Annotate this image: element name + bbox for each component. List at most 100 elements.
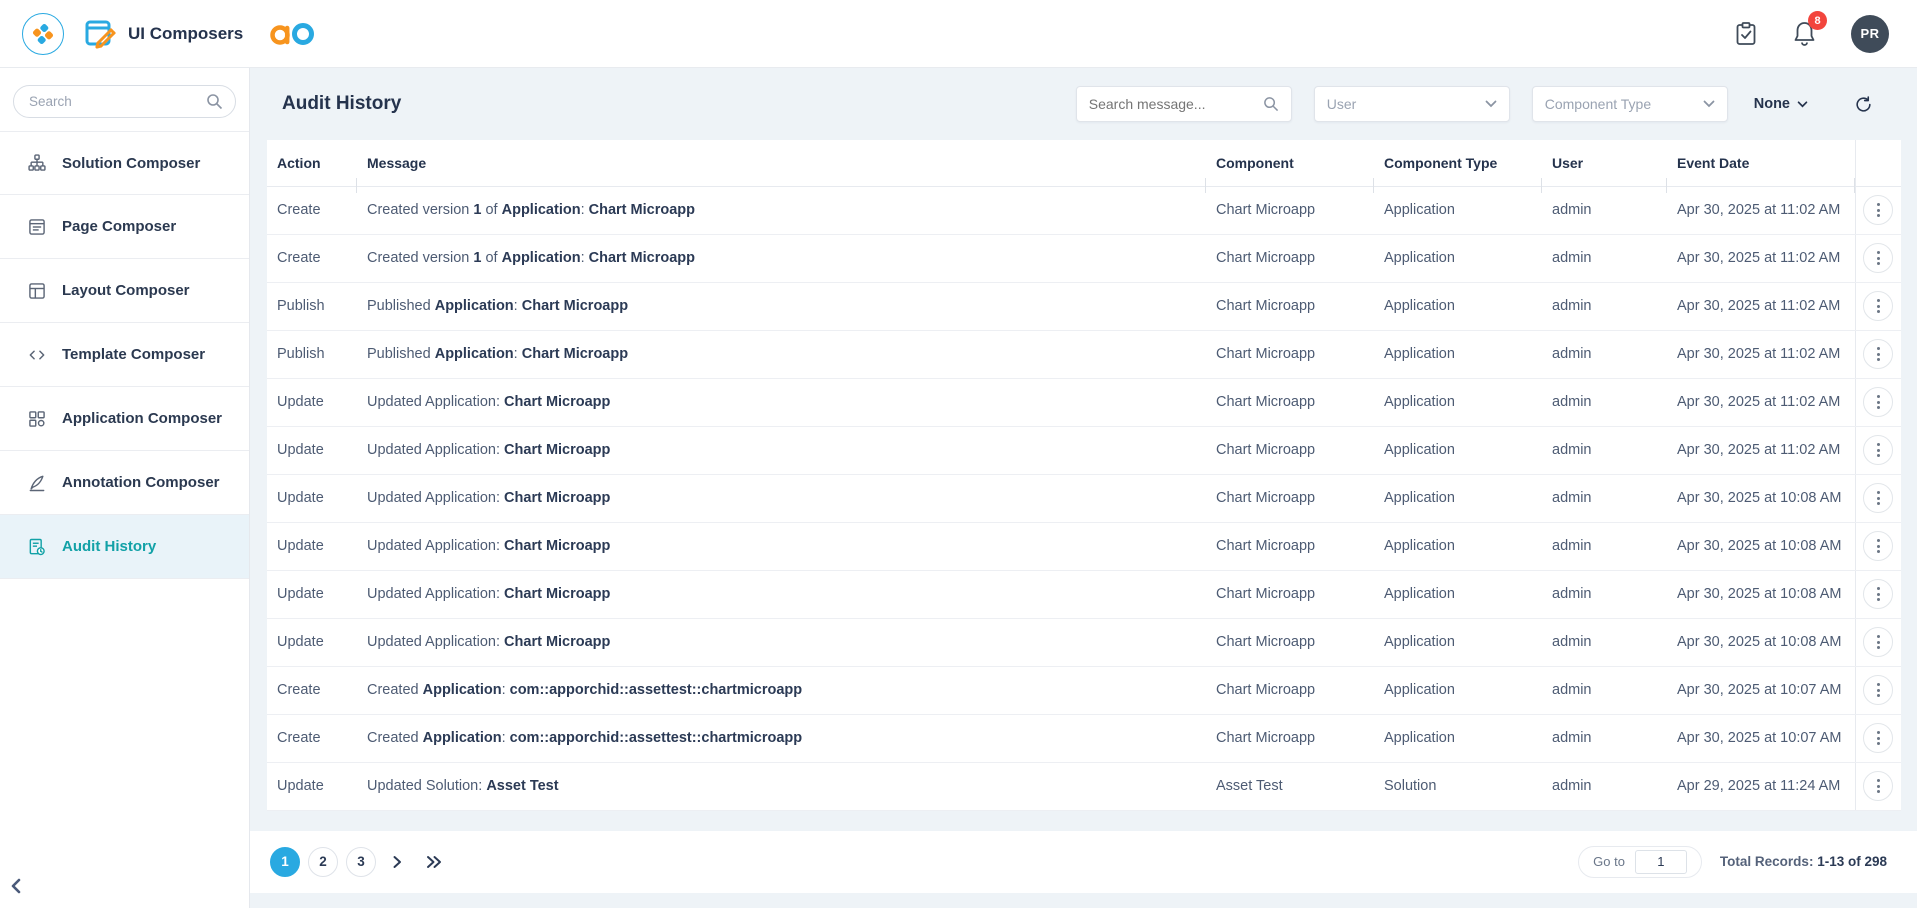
sidebar-collapse-button[interactable] [8, 877, 24, 898]
cell-action: Update [267, 618, 357, 666]
cell-action: Update [267, 426, 357, 474]
sidebar-item-solution-composer[interactable]: Solution Composer [0, 131, 249, 195]
cell-message: Published Application: Chart Microapp [357, 330, 1206, 378]
sidebar-item-layout-composer[interactable]: Layout Composer [0, 259, 249, 323]
row-menu-button[interactable] [1863, 627, 1893, 657]
cell-event-date: Apr 30, 2025 at 11:02 AM [1667, 330, 1855, 378]
table-row[interactable]: Publish Published Application: Chart Mic… [267, 330, 1901, 378]
next-page-button[interactable] [384, 855, 410, 869]
cell-component-type: Application [1374, 330, 1542, 378]
table-row[interactable]: Create Created version 1 of Application:… [267, 186, 1901, 234]
cell-user: admin [1542, 570, 1667, 618]
sidebar-item-page-composer[interactable]: Page Composer [0, 195, 249, 259]
sidebar-item-label: Template Composer [62, 346, 205, 363]
audit-table: Action Message Component Component Type … [267, 140, 1901, 811]
template-composer-icon [27, 345, 47, 365]
message-search-input[interactable] [1089, 96, 1249, 112]
cell-component: Chart Microapp [1206, 282, 1374, 330]
goto-page-input[interactable] [1635, 850, 1687, 874]
sidebar-search-input[interactable] [13, 85, 236, 118]
row-menu-button[interactable] [1863, 387, 1893, 417]
user-filter-dropdown[interactable]: User [1314, 86, 1510, 122]
table-row[interactable]: Update Updated Application: Chart Microa… [267, 618, 1901, 666]
notifications-button[interactable]: 8 [1792, 20, 1817, 47]
cell-user: admin [1542, 282, 1667, 330]
row-menu-button[interactable] [1863, 483, 1893, 513]
kebab-icon [1877, 539, 1880, 542]
cell-message: Updated Application: Chart Microapp [357, 474, 1206, 522]
col-header-component-type: Component Type [1374, 140, 1542, 186]
cell-component: Chart Microapp [1206, 330, 1374, 378]
tasks-button[interactable] [1734, 21, 1758, 47]
cell-row-actions [1855, 522, 1901, 570]
table-row[interactable]: Update Updated Application: Chart Microa… [267, 522, 1901, 570]
row-menu-button[interactable] [1863, 579, 1893, 609]
table-row[interactable]: Create Created Application: com::apporch… [267, 714, 1901, 762]
notification-badge: 8 [1808, 11, 1827, 30]
table-row[interactable]: Publish Published Application: Chart Mic… [267, 282, 1901, 330]
refresh-button[interactable] [1854, 95, 1873, 114]
page-composer-icon [27, 217, 47, 237]
sidebar-item-template-composer[interactable]: Template Composer [0, 323, 249, 387]
row-menu-button[interactable] [1863, 339, 1893, 369]
audit-table-card: Action Message Component Component Type … [267, 140, 1901, 811]
row-menu-button[interactable] [1863, 675, 1893, 705]
row-menu-button[interactable] [1863, 243, 1893, 273]
kebab-icon [1877, 251, 1880, 254]
total-records-label: Total Records: [1720, 854, 1814, 869]
row-menu-button[interactable] [1863, 723, 1893, 753]
col-header-action: Action [267, 140, 357, 186]
kebab-icon [1877, 779, 1880, 782]
kebab-icon [1877, 635, 1880, 638]
row-menu-button[interactable] [1863, 531, 1893, 561]
sidebar-item-label: Page Composer [62, 218, 176, 235]
sidebar-item-label: Application Composer [62, 410, 222, 427]
sidebar-item-label: Solution Composer [62, 155, 200, 172]
page-button-3[interactable]: 3 [346, 847, 376, 877]
cell-component: Chart Microapp [1206, 522, 1374, 570]
table-row[interactable]: Update Updated Application: Chart Microa… [267, 378, 1901, 426]
cell-event-date: Apr 30, 2025 at 10:08 AM [1667, 522, 1855, 570]
none-filter-dropdown[interactable]: None [1754, 96, 1808, 112]
row-menu-button[interactable] [1863, 195, 1893, 225]
cell-component: Chart Microapp [1206, 666, 1374, 714]
kebab-icon [1877, 203, 1880, 206]
avatar[interactable]: PR [1851, 15, 1889, 53]
cell-component-type: Application [1374, 282, 1542, 330]
page-button-1[interactable]: 1 [270, 847, 300, 877]
page-button-2[interactable]: 2 [308, 847, 338, 877]
cell-event-date: Apr 30, 2025 at 10:07 AM [1667, 666, 1855, 714]
app-orchid-logo-icon[interactable] [22, 13, 64, 55]
page-title: Audit History [282, 93, 401, 115]
component-type-filter-label: Component Type [1545, 96, 1651, 112]
table-row[interactable]: Update Updated Application: Chart Microa… [267, 570, 1901, 618]
sidebar-item-audit-history[interactable]: Audit History [0, 515, 249, 579]
kebab-icon [1877, 587, 1880, 590]
kebab-icon [1877, 347, 1880, 350]
cell-user: admin [1542, 666, 1667, 714]
row-menu-button[interactable] [1863, 771, 1893, 801]
sidebar: Solution Composer Page Composer Layout C… [0, 68, 250, 908]
last-page-button[interactable] [418, 855, 450, 869]
table-row[interactable]: Update Updated Application: Chart Microa… [267, 474, 1901, 522]
table-row[interactable]: Create Created version 1 of Application:… [267, 234, 1901, 282]
sidebar-item-annotation-composer[interactable]: Annotation Composer [0, 451, 249, 515]
sidebar-item-label: Layout Composer [62, 282, 190, 299]
cell-action: Update [267, 522, 357, 570]
application-composer-icon [27, 409, 47, 429]
cell-action: Update [267, 762, 357, 810]
row-menu-button[interactable] [1863, 435, 1893, 465]
table-row[interactable]: Create Created Application: com::apporch… [267, 666, 1901, 714]
table-row[interactable]: Update Updated Application: Chart Microa… [267, 426, 1901, 474]
user-filter-label: User [1327, 96, 1357, 112]
cell-message: Updated Application: Chart Microapp [357, 378, 1206, 426]
row-menu-button[interactable] [1863, 291, 1893, 321]
cell-event-date: Apr 30, 2025 at 10:08 AM [1667, 618, 1855, 666]
cell-message: Updated Application: Chart Microapp [357, 618, 1206, 666]
cell-component: Chart Microapp [1206, 426, 1374, 474]
component-type-filter-dropdown[interactable]: Component Type [1532, 86, 1728, 122]
cell-event-date: Apr 30, 2025 at 11:02 AM [1667, 282, 1855, 330]
sidebar-item-application-composer[interactable]: Application Composer [0, 387, 249, 451]
chevron-down-icon [1797, 101, 1808, 108]
table-row[interactable]: Update Updated Solution: Asset Test Asse… [267, 762, 1901, 810]
